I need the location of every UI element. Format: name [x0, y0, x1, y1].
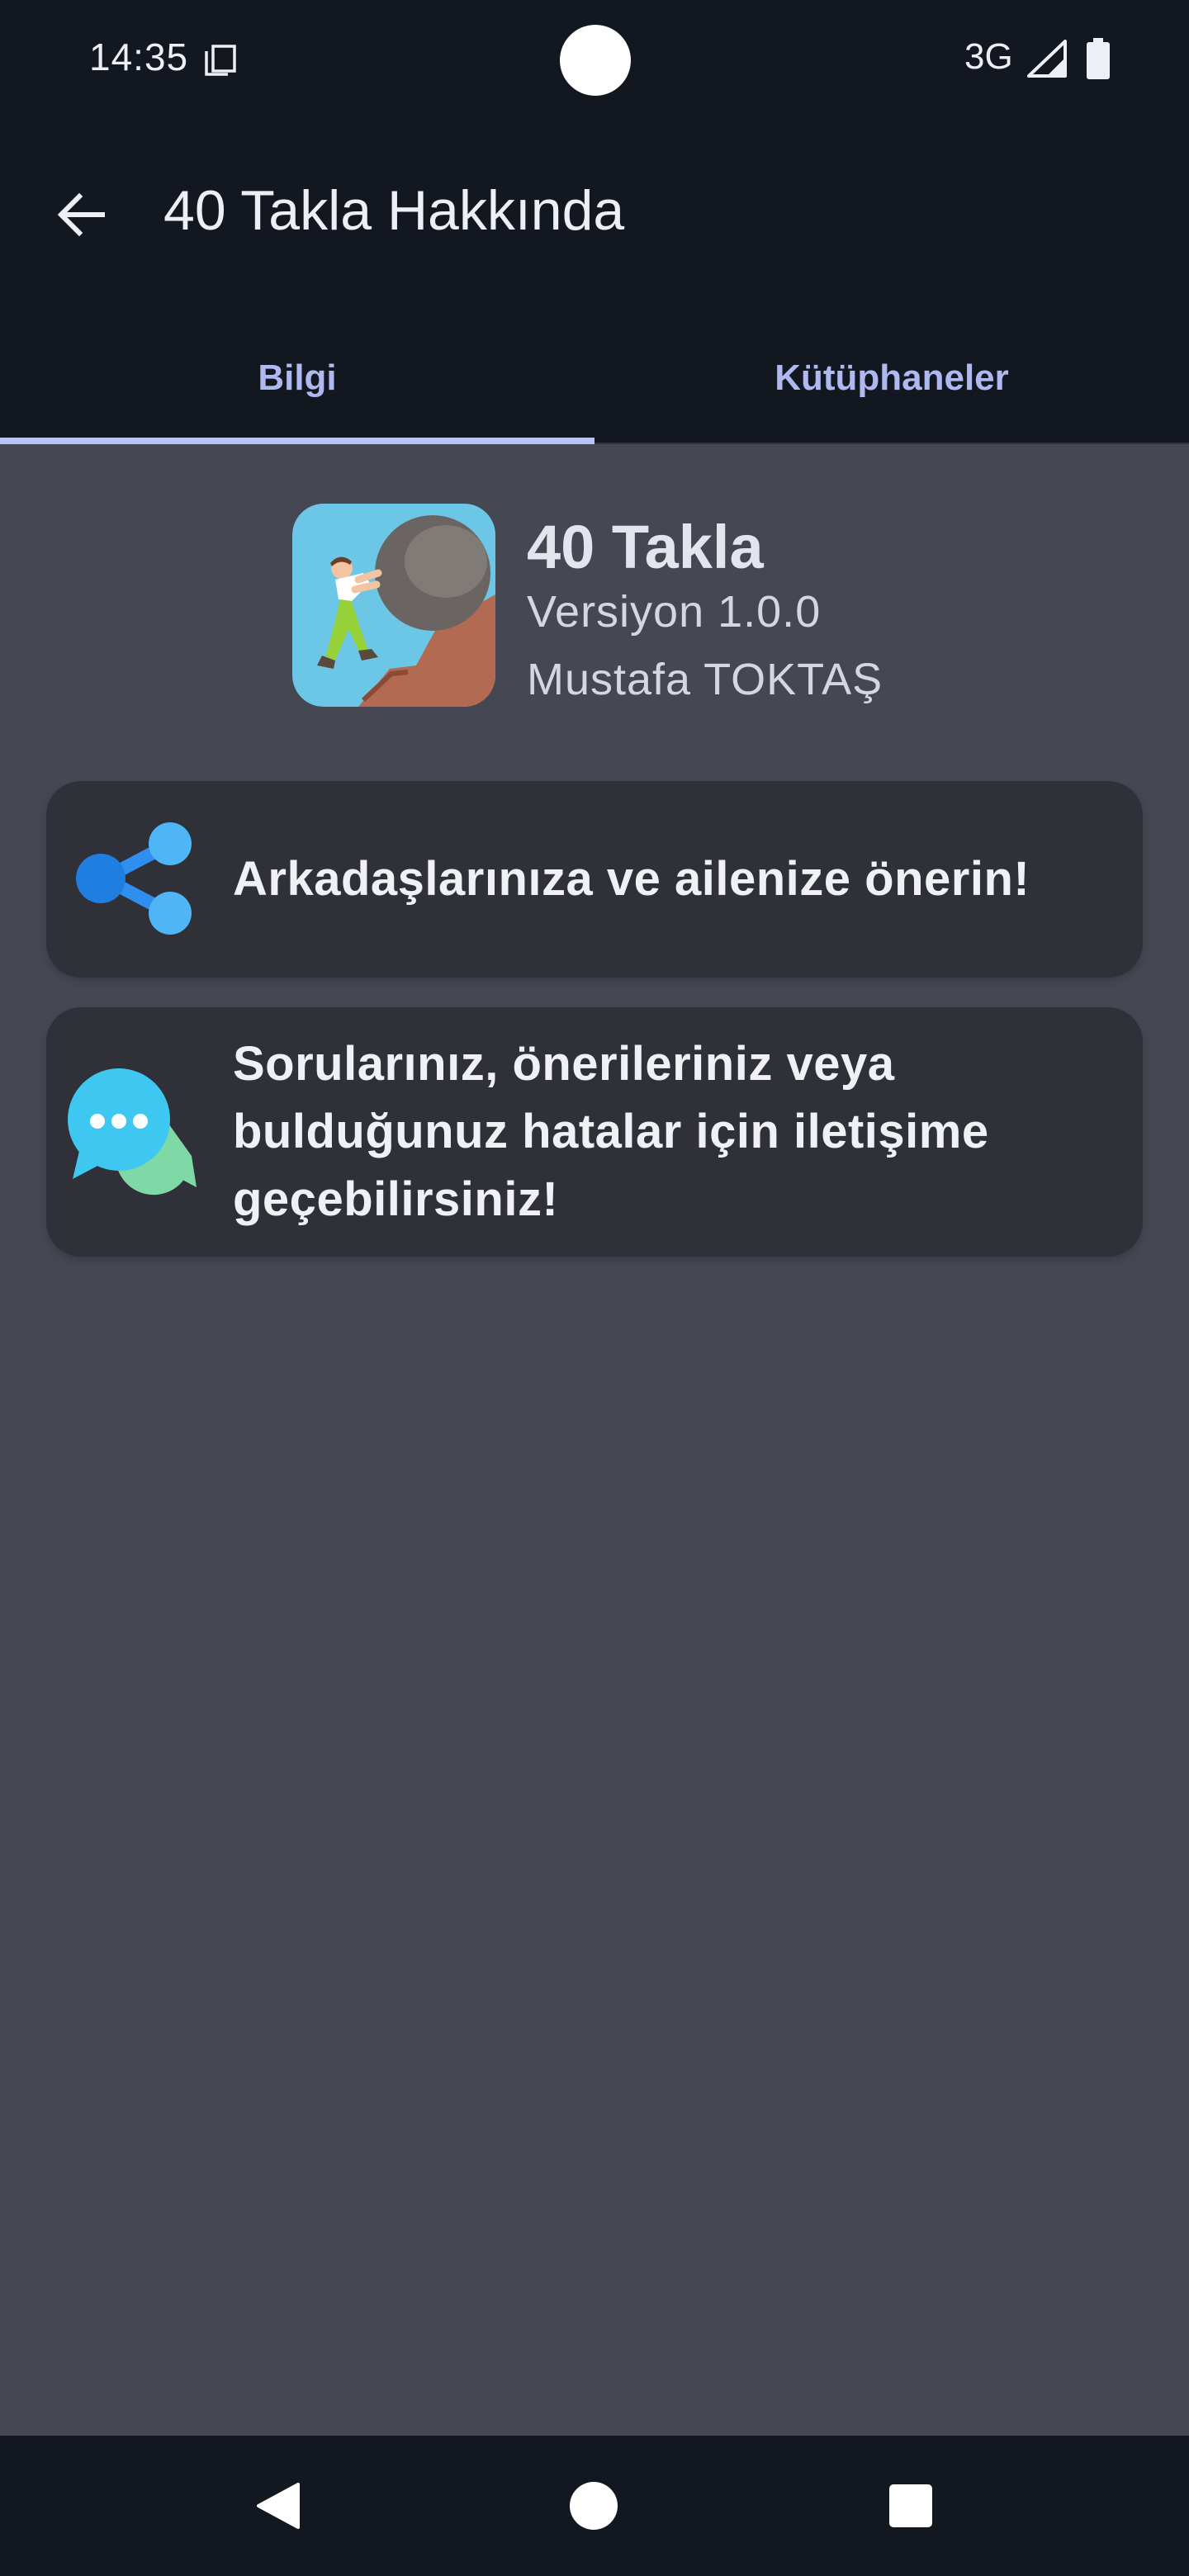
network-type: 3G	[964, 36, 1013, 77]
app-logo-icon	[292, 504, 495, 707]
share-card[interactable]: Arkadaşlarınıza ve ailenize önerin!	[46, 781, 1143, 978]
status-bar: 14:35 3G	[0, 0, 1189, 116]
about-screen: 14:35 3G 40 Takla Hakkında Bilgi Kütüpha…	[0, 0, 1189, 2576]
camera-cutout	[560, 25, 631, 96]
app-bar: 40 Takla Hakkında	[0, 116, 1189, 314]
copy-icon	[203, 43, 238, 78]
tab-libraries-label: Kütüphaneler	[775, 358, 1009, 398]
tab-bar: Bilgi Kütüphaneler	[0, 314, 1189, 444]
tab-info-label: Bilgi	[258, 358, 337, 398]
navigation-bar	[0, 2436, 1189, 2576]
share-icon	[68, 812, 200, 945]
share-card-text: Arkadaşlarınıza ve ailenize önerin!	[233, 852, 1030, 906]
tab-libraries[interactable]: Kütüphaneler	[594, 314, 1189, 443]
tab-indicator	[0, 438, 594, 444]
nav-home-button[interactable]	[565, 2477, 623, 2535]
page-title: 40 Takla Hakkında	[163, 179, 625, 242]
arrow-left-icon	[57, 192, 105, 237]
app-version: Versiyon 1.0.0	[527, 587, 822, 637]
chat-bubbles-icon	[68, 1065, 200, 1197]
nav-recents-button[interactable]	[882, 2477, 940, 2535]
status-time: 14:35	[89, 36, 189, 78]
contact-card[interactable]: Sorularınız, önerileriniz veya bulduğunu…	[46, 1007, 1143, 1257]
app-header: 40 Takla Versiyon 1.0.0 Mustafa TOKTAŞ	[292, 504, 1035, 710]
content-area: 40 Takla Versiyon 1.0.0 Mustafa TOKTAŞ A…	[0, 444, 1189, 2436]
app-name: 40 Takla	[527, 513, 764, 581]
recents-square-icon	[889, 2484, 932, 2527]
battery-icon	[1087, 38, 1110, 79]
signal-icon	[1027, 40, 1067, 78]
back-button[interactable]	[40, 173, 122, 256]
contact-card-text: Sorularınız, önerileriniz veya bulduğunu…	[233, 1037, 989, 1226]
tab-info[interactable]: Bilgi	[0, 314, 594, 444]
app-author: Mustafa TOKTAŞ	[527, 655, 883, 704]
nav-back-button[interactable]	[249, 2477, 307, 2535]
home-circle-icon	[570, 2482, 618, 2530]
back-triangle-icon	[257, 2483, 300, 2529]
